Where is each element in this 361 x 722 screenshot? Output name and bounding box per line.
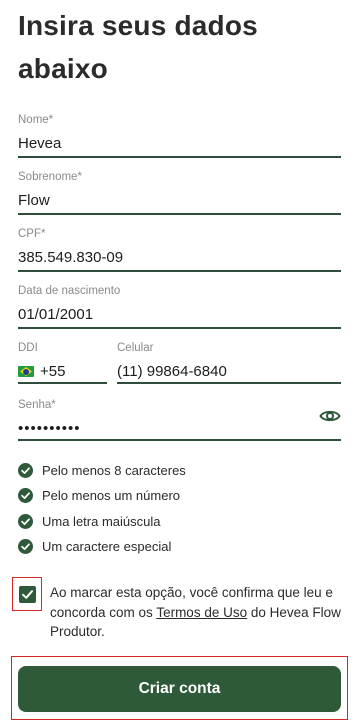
password-input[interactable]: •••••••••• <box>18 419 341 441</box>
password-rule-text: Um caractere especial <box>42 539 172 555</box>
password-rule-text: Pelo menos um número <box>42 488 181 504</box>
password-rule: Uma letra maiúscula <box>18 509 341 534</box>
ddi-field[interactable]: DDI +55 <box>18 341 107 384</box>
brazil-flag-icon <box>18 366 34 377</box>
checkmark-icon <box>22 590 33 599</box>
last-name-label: Sobrenome* <box>18 171 82 183</box>
password-rule-text: Uma letra maiúscula <box>42 513 161 529</box>
phone-label: Celular <box>117 342 154 354</box>
page-title: Insira seus dados abaixo <box>18 10 258 84</box>
ddi-label: DDI <box>18 342 38 354</box>
birth-date-input[interactable]: 01/01/2001 <box>18 305 341 327</box>
check-circle-icon <box>18 488 33 504</box>
password-rule: Pelo menos 8 caracteres <box>18 458 341 483</box>
cpf-field[interactable]: CPF* 385.549.830-09 <box>18 227 341 272</box>
check-circle-icon <box>18 539 33 555</box>
password-field[interactable]: Senha* •••••••••• <box>18 398 341 441</box>
first-name-input[interactable]: Hevea <box>18 134 341 156</box>
terms-of-use-link[interactable]: Termos de Uso <box>156 605 247 620</box>
check-circle-icon <box>18 513 33 529</box>
first-name-field[interactable]: Nome* Hevea <box>18 113 341 158</box>
cpf-input[interactable]: 385.549.830-09 <box>18 248 341 270</box>
ddi-value: +55 <box>40 363 66 380</box>
phone-field[interactable]: Celular (11) 99864-6840 <box>117 341 341 384</box>
check-circle-icon <box>18 463 33 479</box>
password-label: Senha* <box>18 399 56 411</box>
create-account-button[interactable]: Criar conta <box>18 666 341 712</box>
eye-icon[interactable] <box>319 408 341 424</box>
last-name-input[interactable]: Flow <box>18 191 341 213</box>
submit-highlight-frame: Criar conta <box>11 656 348 720</box>
birth-date-field[interactable]: Data de nascimento 01/01/2001 <box>18 284 341 329</box>
phone-input[interactable]: (11) 99864-6840 <box>117 362 341 384</box>
password-rules-list: Pelo menos 8 caracteres Pelo menos um nú… <box>18 458 341 559</box>
ddi-select[interactable]: +55 <box>18 362 107 384</box>
password-rule: Um caractere especial <box>18 534 341 559</box>
cpf-label: CPF* <box>18 228 46 240</box>
password-rule: Pelo menos um número <box>18 483 341 508</box>
birth-date-label: Data de nascimento <box>18 285 121 297</box>
terms-text: Ao marcar esta opção, você confirma que … <box>50 583 348 642</box>
terms-checkbox[interactable] <box>19 586 36 603</box>
terms-highlight-frame <box>12 577 42 611</box>
password-rule-text: Pelo menos 8 caracteres <box>42 463 186 479</box>
last-name-field[interactable]: Sobrenome* Flow <box>18 170 341 215</box>
first-name-label: Nome* <box>18 114 54 126</box>
